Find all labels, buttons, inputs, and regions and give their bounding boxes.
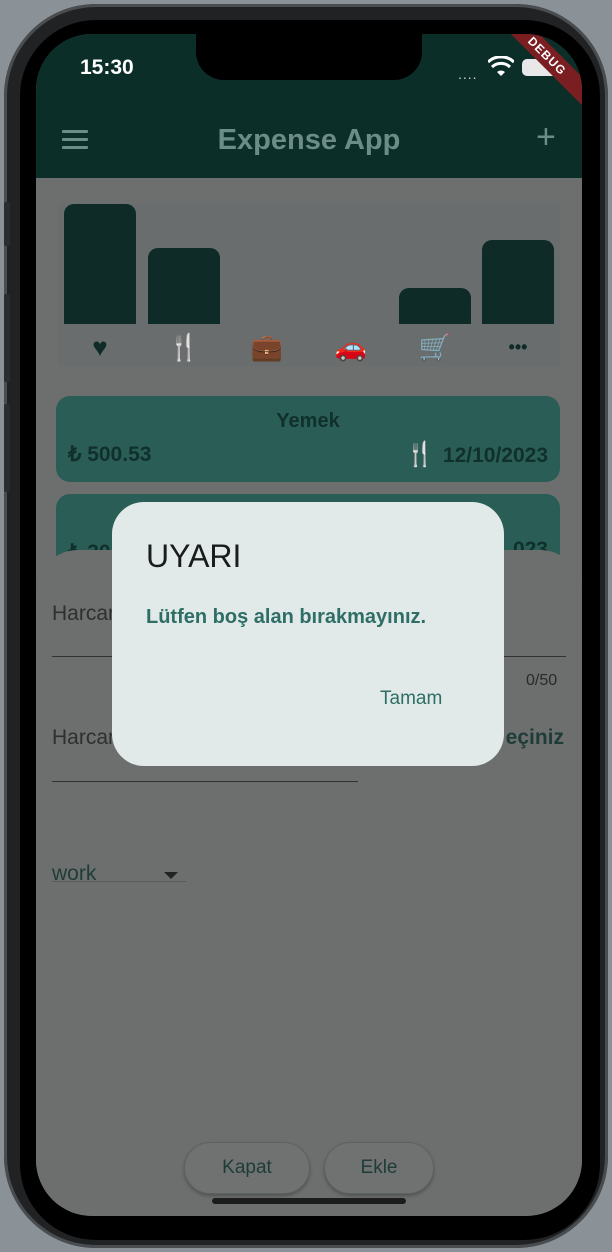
app-bar: Expense App + [36, 104, 582, 178]
chart-bar-heart [64, 204, 136, 324]
category-dropdown-value[interactable]: work [52, 862, 96, 886]
notch [196, 34, 422, 80]
cart-icon: 🛒 [418, 332, 452, 362]
status-time: 15:30 [80, 56, 134, 79]
name-counter: 0/50 [526, 672, 558, 689]
wifi-icon [488, 56, 514, 76]
amount-field[interactable] [52, 781, 358, 782]
chart-bar-restaurant [148, 248, 220, 324]
car-icon: 🚗 [334, 332, 368, 362]
category-dropdown[interactable] [52, 881, 186, 882]
volume-down-button [4, 404, 10, 492]
heart-icon: ♥ [92, 332, 108, 362]
add-button[interactable]: Ekle [324, 1142, 434, 1194]
expense-amount: ₺ 500.53 [68, 443, 152, 466]
volume-up-button [4, 294, 10, 382]
app-title: Expense App [217, 124, 401, 156]
chart-plot-area [58, 204, 560, 324]
dialog-ok-button[interactable]: Tamam [374, 686, 448, 712]
close-button[interactable]: Kapat [184, 1142, 310, 1194]
signal-icon: .... [458, 66, 478, 82]
choose-date-button[interactable]: eçiniz [506, 726, 564, 750]
more-icon: ••• [508, 337, 528, 357]
chart-bar-more [482, 240, 554, 324]
mute-switch [4, 202, 10, 246]
expense-chart: ♥ 🍴 💼 🚗 🛒 ••• [58, 204, 560, 366]
expense-card[interactable]: Yemek ₺ 500.53 🍴 12/10/2023 [56, 396, 560, 482]
alert-dialog: UYARI Lütfen boş alan bırakmayınız. Tama… [112, 502, 504, 766]
expense-date: 12/10/2023 [442, 444, 548, 467]
expense-title: Yemek [276, 410, 340, 432]
restaurant-icon: 🍴 [405, 441, 435, 468]
chart-bar-cart [399, 288, 471, 324]
status-bar: 15:30 .... DEBUG [36, 34, 582, 110]
dialog-title: UYARI [146, 538, 242, 574]
expense-date-group: 🍴 12/10/2023 [405, 440, 548, 469]
dialog-message: Lütfen boş alan bırakmayınız. [146, 606, 427, 628]
phone-screen: 15:30 .... DEBUG Expense App + ♥ 🍴 💼 🚗 🛒 ••• … [36, 34, 582, 1216]
add-icon[interactable]: + [536, 120, 556, 154]
dropdown-arrow-icon[interactable] [164, 872, 178, 879]
briefcase-icon: 💼 [250, 332, 284, 362]
restaurant-icon: 🍴 [167, 332, 201, 362]
home-indicator [212, 1198, 406, 1204]
